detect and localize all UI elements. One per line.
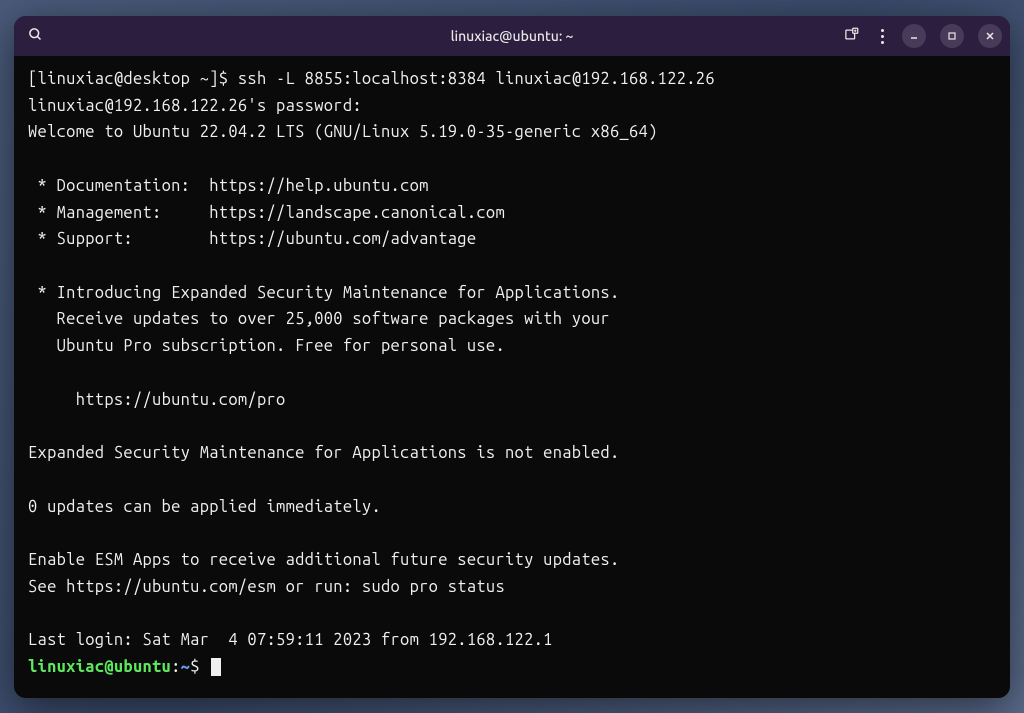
search-icon[interactable]: [22, 21, 49, 51]
new-tab-icon[interactable]: [840, 23, 863, 50]
terminal-text: [linuxiac@desktop ~]$ ssh -L 8855:localh…: [28, 66, 996, 681]
cursor: [211, 658, 221, 676]
maximize-button[interactable]: [940, 24, 964, 48]
menu-icon[interactable]: [877, 25, 888, 48]
prompt-path: ~: [181, 658, 191, 676]
close-button[interactable]: [978, 24, 1002, 48]
minimize-button[interactable]: [902, 24, 926, 48]
prompt-user: linuxiac@ubuntu: [28, 658, 171, 676]
titlebar: linuxiac@ubuntu: ~: [14, 16, 1010, 56]
terminal-window: linuxiac@ubuntu: ~: [14, 16, 1010, 698]
terminal-output[interactable]: [linuxiac@desktop ~]$ ssh -L 8855:localh…: [14, 56, 1010, 698]
window-title: linuxiac@ubuntu: ~: [451, 28, 574, 44]
